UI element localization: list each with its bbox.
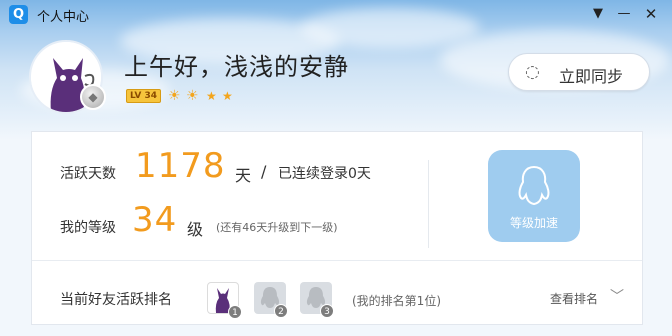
greeting-text: 上午好，浅浅的安静 [124,53,349,81]
active-days-unit: 天 [235,166,252,185]
level-unit: 级 [187,220,204,239]
divider [32,260,642,261]
rank-number: 3 [320,304,334,318]
login-streak-text: 已连续登录0天 [278,166,371,182]
rank-number: 1 [228,305,242,319]
active-days-value: 1178 [135,146,226,186]
level-label: 我的等级 [60,220,116,236]
level-boost-button[interactable]: 等级加速 [488,150,580,242]
my-rank-note: (我的排名第1位) [352,294,441,308]
app-logo-icon: Q [9,5,28,24]
sync-now-button[interactable]: ◌ 立即同步 [508,53,650,91]
star-icon: ★ [206,89,217,103]
view-ranking-link[interactable]: 查看排名 [550,290,598,307]
minimize-icon[interactable]: — [614,4,634,24]
ranking-avatar-1[interactable]: 1 [207,282,242,319]
menu-triangle-icon[interactable]: ▼ [588,4,608,24]
ranking-avatar-2[interactable]: 2 [254,282,288,318]
window-title: 个人中心 [37,10,90,25]
separator: / [261,162,267,181]
boost-label: 等级加速 [509,216,558,230]
divider [428,160,429,248]
sync-label: 立即同步 [559,67,624,86]
rank-number: 2 [274,304,288,318]
close-icon[interactable]: ✕ [641,4,661,24]
star-icon: ★ [222,89,233,103]
diamond-badge-icon: ◆ [80,84,106,110]
sync-icon: ◌ [525,62,540,82]
penguin-icon [518,165,550,206]
title-bar: Q 个人中心 ▼ — ✕ [0,0,672,28]
level-value: 34 [132,200,178,240]
sun-icon: ☀ [168,88,181,104]
sun-icon: ☀ [186,88,199,104]
stats-panel: 活跃天数 1178 天 / 已连续登录0天 我的等级 34 级 (还有46天升级… [31,131,643,325]
level-badge[interactable]: LV 34 [126,89,161,103]
level-hint: (还有46天升级到下一级) [216,221,338,234]
active-days-label: 活跃天数 [60,166,116,182]
chevron-down-icon[interactable]: ﹀ [610,286,624,306]
ranking-avatar-3[interactable]: 3 [300,282,334,318]
ranking-title: 当前好友活跃排名 [60,292,172,308]
